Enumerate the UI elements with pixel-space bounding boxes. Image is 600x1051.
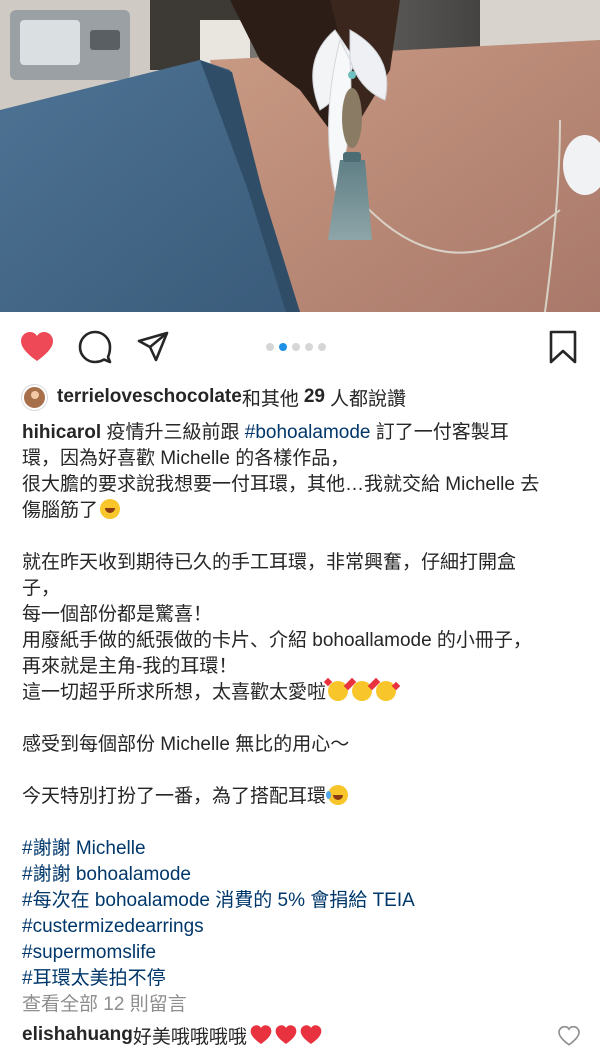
- likes-and-others: 和其他: [241, 388, 299, 410]
- heart-filled-icon: [21, 332, 53, 361]
- red-heart-emoji-icon: [275, 1025, 297, 1045]
- avatar: [22, 384, 47, 410]
- caption-line: 再來就是主角-我的耳環！: [22, 656, 238, 677]
- smiling-hearts-emoji-icon: [328, 681, 349, 701]
- post-caption: hihicarol 疫情升三級前跟 #bohoalamode 訂了一付客製耳 環…: [22, 420, 584, 992]
- laughing-emoji-icon: [100, 499, 121, 519]
- likes-count[interactable]: 29: [304, 386, 325, 408]
- share-icon: [137, 331, 169, 362]
- red-heart-emoji-icon: [250, 1025, 272, 1045]
- likes-suffix: 人都說讚: [329, 388, 406, 410]
- bookmark-icon: [549, 330, 577, 364]
- hashtag-link[interactable]: #custermizedearrings: [22, 914, 584, 940]
- smiling-hearts-emoji-icon: [352, 681, 373, 701]
- save-button[interactable]: [546, 330, 580, 364]
- caption-line: 就在昨天收到期待已久的手工耳環，非常興奮，仔細打開盒: [22, 552, 517, 573]
- comment-button[interactable]: [78, 330, 112, 364]
- post-photo[interactable]: [0, 0, 600, 312]
- hashtag-link[interactable]: #謝謝 Michelle: [22, 836, 584, 862]
- hashtag-link[interactable]: #每次在 bohoalamode 消費的 5% 會捐給 TEIA: [22, 888, 584, 914]
- caption-line: 傷腦筋了: [22, 500, 99, 521]
- hashtag-link[interactable]: #bohoalamode: [245, 422, 371, 443]
- carousel-indicator: [266, 343, 326, 351]
- like-button[interactable]: [20, 330, 54, 364]
- carousel-dot: [305, 343, 313, 351]
- comment-text: 好美哦哦哦哦: [132, 1026, 247, 1048]
- comment-icon: [78, 330, 112, 364]
- carousel-dot-active: [279, 343, 287, 351]
- caption-line: 今天特別打扮了一番，為了搭配耳環: [22, 786, 327, 807]
- caption-text: 訂了一付客製耳: [370, 422, 509, 443]
- post-action-bar: [0, 312, 600, 380]
- caption-line: 子，: [22, 578, 61, 599]
- comment-username[interactable]: elishahuang: [22, 1024, 133, 1046]
- liker-username[interactable]: terrieloveschocolate: [57, 386, 242, 408]
- hashtag-link[interactable]: #supermomslife: [22, 940, 584, 966]
- caption-line: 用廢紙手做的紙張做的卡片、介紹 bohoallamode 的小冊子，: [22, 630, 532, 651]
- caption-line: 很大膽的要求說我想要一付耳環，其他…我就交給 Michelle 去: [22, 474, 540, 495]
- tears-of-joy-emoji-icon: [326, 785, 349, 805]
- carousel-dot: [318, 343, 326, 351]
- caption-author[interactable]: hihicarol: [22, 422, 101, 443]
- view-all-comments-link[interactable]: 查看全部 12 則留言: [22, 989, 187, 1016]
- caption-line: 環，因為好喜歡 Michelle 的各樣作品，: [22, 448, 350, 469]
- caption-text: 疫情升三級前跟: [101, 422, 245, 443]
- caption-line: 這一切超乎所求所想，太喜歡太愛啦: [22, 682, 327, 703]
- red-heart-emoji-icon: [300, 1025, 322, 1045]
- smiling-hearts-emoji-icon: [376, 681, 397, 701]
- carousel-dot: [266, 343, 274, 351]
- caption-line: 感受到每個部份 Michelle 無比的用心～: [22, 734, 350, 755]
- carousel-dot: [292, 343, 300, 351]
- post-image: [0, 0, 600, 312]
- caption-line: 每一個部份都是驚喜！: [22, 604, 213, 625]
- likes-summary[interactable]: terrieloveschocolate 和其他 29 人都說讚: [22, 383, 406, 411]
- comment-item: elishahuang 好美哦哦哦哦: [22, 1021, 584, 1049]
- share-button[interactable]: [136, 330, 170, 364]
- comment-like-heart-outline-icon[interactable]: [558, 1026, 580, 1046]
- hashtag-link[interactable]: #謝謝 bohoalamode: [22, 862, 584, 888]
